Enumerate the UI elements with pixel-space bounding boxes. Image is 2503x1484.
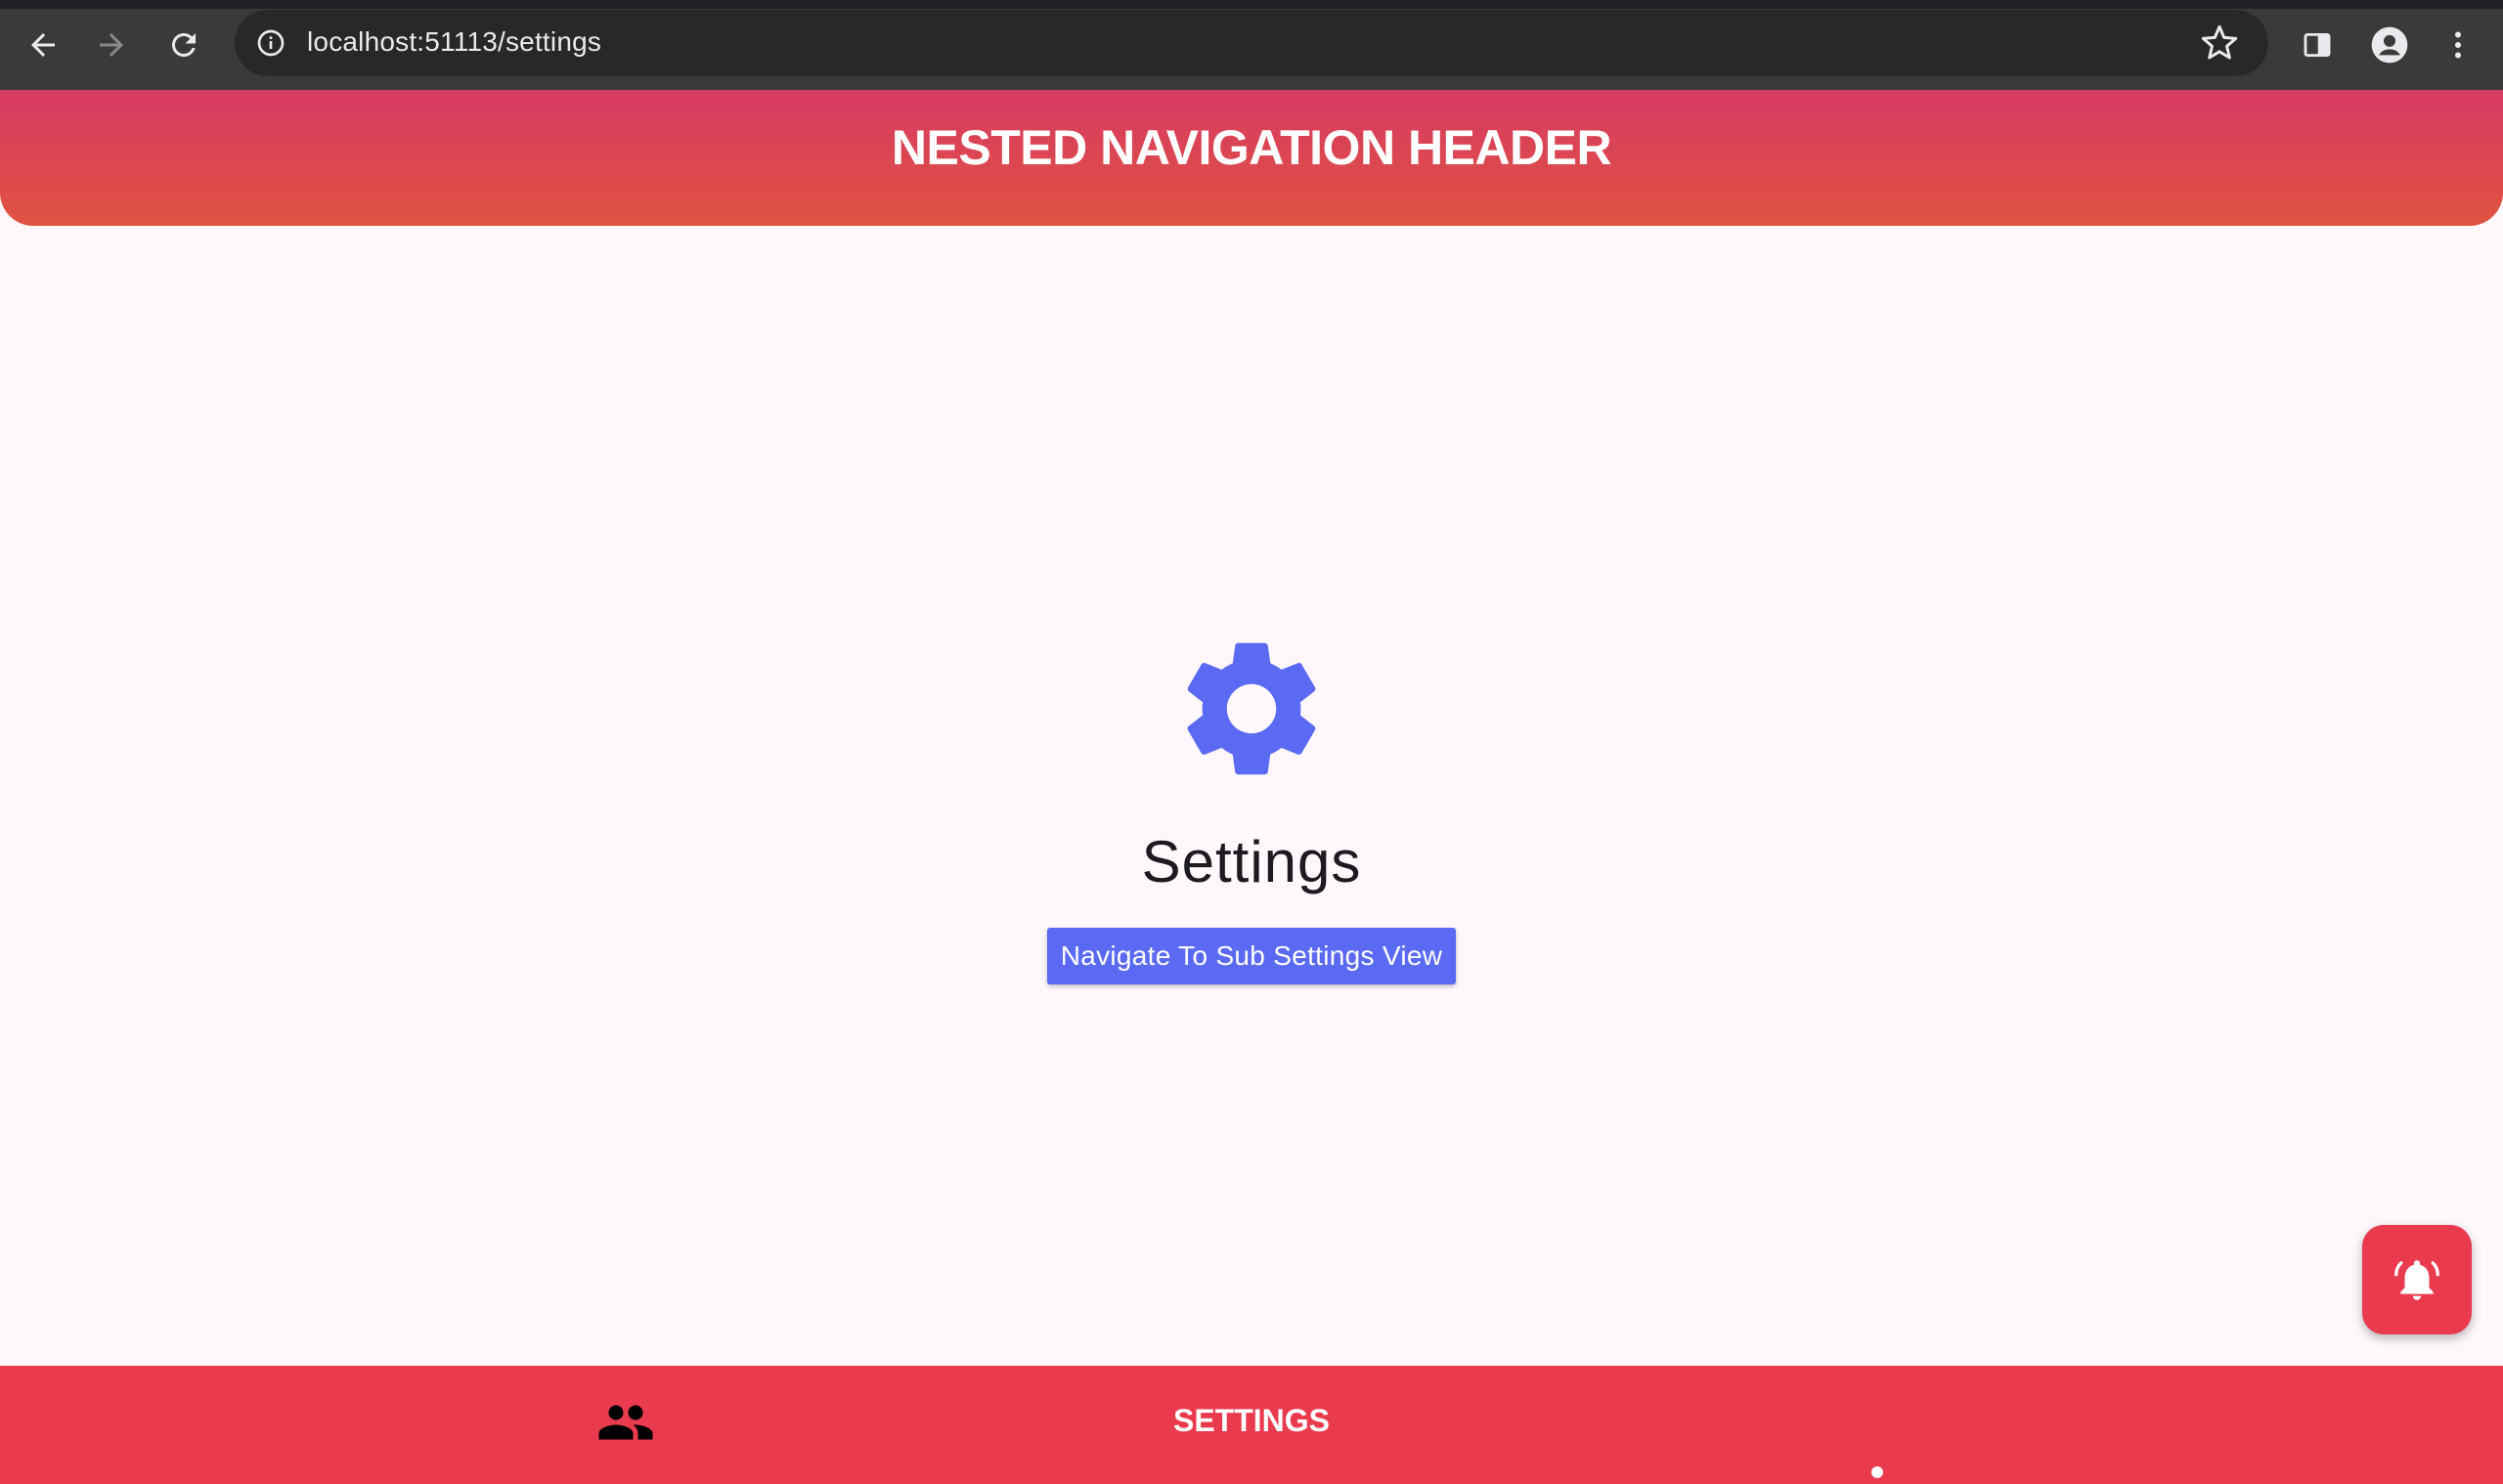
app-header: NESTED NAVIGATION HEADER [0,90,2503,226]
notification-fab[interactable] [2362,1225,2472,1334]
arrow-left-icon [31,33,55,57]
forward-button[interactable] [84,18,139,72]
alarm-bell-icon [2394,1260,2439,1300]
back-button[interactable] [16,18,70,72]
side-panel-icon [2304,32,2331,58]
page-title: Settings [1141,829,1362,895]
address-bar[interactable]: localhost:51113/settings [235,10,2268,76]
bottom-nav-item-settings[interactable]: SETTINGS [626,1366,1877,1484]
gear-icon [1187,642,1316,775]
browser-toolbar: localhost:51113/settings [0,0,2503,90]
header-title: NESTED NAVIGATION HEADER [891,119,1612,175]
reload-button[interactable] [156,18,211,72]
active-tab-indicator [1871,1466,1883,1478]
profile-icon [2371,26,2408,64]
settings-view: Settings Navigate To Sub Settings View [0,226,2503,1366]
info-icon[interactable] [250,22,291,64]
bottom-nav-label-settings: SETTINGS [1172,1403,1330,1438]
side-panel-button[interactable] [2290,18,2345,72]
browser-tab-strip [0,0,2503,9]
arrow-right-icon [100,33,123,57]
star-icon[interactable] [2200,23,2239,63]
bottom-navigation: SETTINGS [0,1366,2503,1484]
reload-icon [172,33,196,57]
navigate-sub-settings-button[interactable]: Navigate To Sub Settings View [1047,928,1456,984]
profile-button[interactable] [2362,18,2417,72]
kebab-menu-icon [2455,31,2461,59]
url-text[interactable]: localhost:51113/settings [307,26,601,58]
browser-menu-button[interactable] [2431,18,2485,72]
